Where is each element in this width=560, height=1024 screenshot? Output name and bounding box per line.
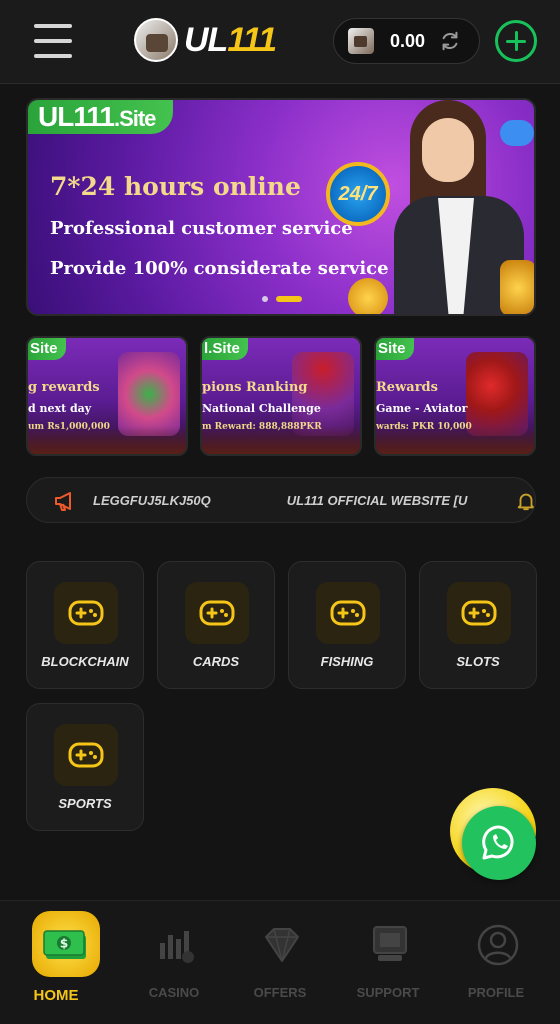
promo-site-label: Site — [28, 338, 66, 360]
refresh-icon[interactable] — [439, 30, 461, 52]
promo-title: pions Ranking — [202, 380, 308, 395]
logo-text-prefix: UL — [184, 20, 228, 59]
nav-label: PROFILE — [467, 985, 525, 1000]
casino-chart-icon — [160, 931, 194, 963]
nav-offers[interactable]: OFFERS — [224, 901, 336, 1024]
gold-coin-decoration — [348, 278, 388, 314]
carousel-dot-active[interactable] — [276, 296, 302, 302]
hero-title: 7*24 hours online — [50, 172, 301, 201]
promo-site-label: Site — [376, 338, 414, 360]
promo-site-label: l.Site — [202, 338, 248, 360]
promo-title: g rewards — [28, 380, 100, 395]
category-label: BLOCKCHAIN — [41, 654, 129, 669]
category-slots[interactable]: SLOTS — [419, 561, 537, 689]
promo-art-image — [466, 352, 528, 436]
promo-card-aviator[interactable]: Site Rewards Game - Aviator wards: PKR 1… — [374, 336, 536, 456]
nav-label: OFFERS — [253, 985, 307, 1000]
gamepad-icon — [461, 600, 497, 626]
whatsapp-chat-button[interactable] — [462, 806, 536, 880]
support-monitor-icon — [373, 926, 407, 961]
bell-icon[interactable] — [515, 490, 536, 512]
promo-title: Rewards — [376, 380, 438, 395]
promo-card-ranking[interactable]: l.Site pions Ranking National Challenge … — [200, 336, 362, 456]
announcement-bar[interactable]: LEGGFUJ5LKJ50Q UL111 OFFICIAL WEBSITE [U — [26, 477, 536, 523]
svg-text:$: $ — [60, 937, 68, 951]
nav-label: SUPPORT — [356, 985, 420, 1000]
balance-amount: 0.00 — [390, 30, 426, 51]
nav-profile[interactable]: PROFILE — [440, 901, 552, 1024]
announcement-text-part-2: UL111 OFFICIAL WEBSITE [U — [286, 493, 468, 508]
megaphone-icon — [55, 492, 71, 511]
hero-site-ext: .Site — [113, 106, 156, 131]
chat-bubble-icon — [500, 120, 534, 146]
promo-subtitle: d next day — [28, 402, 92, 415]
hero-subtitle-2: Provide 100% considerate service — [50, 258, 389, 279]
logo-avatar-image — [134, 18, 178, 62]
site-logo[interactable]: UL111 — [134, 18, 277, 62]
hero-subtitle-1: Professional customer service — [50, 218, 353, 239]
hero-site-main: UL111 — [38, 101, 115, 132]
logo-text: UL111 — [184, 20, 277, 60]
gamepad-icon — [330, 600, 366, 626]
promo-art-image — [118, 352, 180, 436]
nav-support[interactable]: SUPPORT — [332, 901, 444, 1024]
gold-coin-stack-decoration — [500, 260, 534, 314]
category-label: CARDS — [192, 654, 240, 669]
user-avatar — [348, 28, 374, 54]
promo-card-rewards[interactable]: Site g rewards d next day um Rs1,000,000 — [26, 336, 188, 456]
menu-bar — [34, 24, 72, 28]
support-24-7-badge: 24/7 — [326, 162, 390, 226]
category-cards[interactable]: CARDS — [157, 561, 275, 689]
gamepad-icon — [199, 600, 235, 626]
menu-bar — [34, 54, 72, 58]
hero-banner[interactable]: UL111.Site 7*24 hours online Professiona… — [26, 98, 536, 316]
diamond-icon — [265, 928, 299, 962]
category-label: FISHING — [320, 654, 374, 669]
announcement-text: LEGGFUJ5LKJ50Q UL111 OFFICIAL WEBSITE [U — [93, 478, 493, 522]
promo-subtitle: Game - Aviator — [376, 402, 468, 415]
category-fishing[interactable]: FISHING — [288, 561, 406, 689]
nav-label: CASINO — [148, 985, 200, 1000]
deposit-add-button[interactable] — [495, 20, 537, 62]
promo-subtitle: National Challenge — [202, 402, 321, 415]
menu-button[interactable] — [34, 24, 72, 58]
bottom-navigation: $ HOME CASINO OFFERS SUPPORT PROFILE — [0, 900, 560, 1024]
top-header: UL111 0.00 — [0, 0, 560, 84]
nav-home[interactable]: $ HOME — [0, 901, 112, 1024]
carousel-indicator[interactable] — [262, 296, 302, 302]
category-sports[interactable]: SPORTS — [26, 703, 144, 831]
wallet-balance-pill: 0.00 — [333, 18, 480, 64]
profile-icon — [477, 924, 519, 966]
announcement-text-part-1: LEGGFUJ5LKJ50Q — [93, 493, 211, 508]
whatsapp-icon — [482, 825, 514, 860]
logo-text-suffix: 111 — [227, 20, 277, 59]
gamepad-icon — [68, 742, 104, 768]
category-label: SPORTS — [58, 796, 112, 811]
category-label: SLOTS — [456, 654, 500, 669]
carousel-dot[interactable] — [262, 296, 268, 302]
menu-bar — [34, 39, 72, 43]
nav-label: HOME — [33, 987, 79, 1004]
money-icon: $ — [32, 911, 100, 977]
gamepad-icon — [68, 600, 104, 626]
category-blockchain[interactable]: BLOCKCHAIN — [26, 561, 144, 689]
nav-casino[interactable]: CASINO — [118, 901, 230, 1024]
hero-site-label: UL111.Site — [28, 100, 174, 134]
